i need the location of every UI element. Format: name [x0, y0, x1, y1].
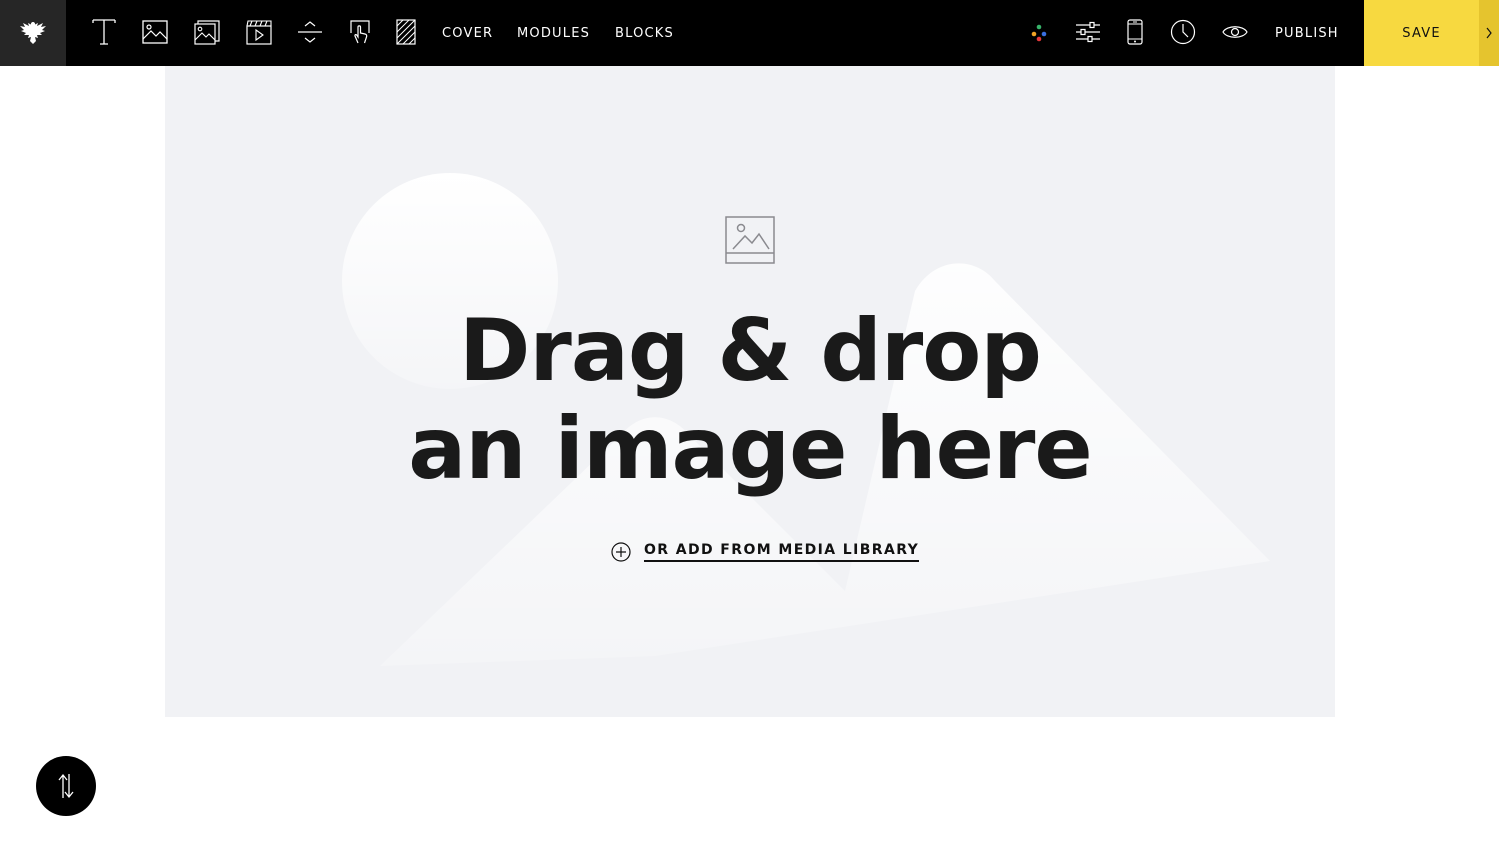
plus-circle-icon — [611, 542, 631, 562]
add-button-tool[interactable] — [342, 14, 378, 50]
drop-zone-headline: Drag & drop an image here — [165, 302, 1335, 498]
image-drop-zone[interactable]: Drag & drop an image here OR ADD FROM ME… — [165, 66, 1335, 717]
preview-eye-icon — [1222, 26, 1248, 38]
top-toolbar: COVER MODULES BLOCKS PUBLISH SAVE — [0, 0, 1499, 66]
publish-button[interactable]: PUBLISH — [1275, 0, 1339, 66]
mobile-preview-button[interactable] — [1117, 14, 1153, 50]
reorder-sections-button[interactable] — [36, 756, 96, 816]
cover-menu[interactable]: COVER — [442, 0, 493, 66]
headline-line-2: an image here — [408, 399, 1092, 499]
reorder-arrows-icon — [58, 773, 74, 799]
button-icon — [350, 20, 370, 44]
preview-button[interactable] — [1217, 14, 1253, 50]
headline-line-1: Drag & drop — [459, 301, 1042, 401]
history-clock-icon — [1170, 19, 1196, 45]
palette-icon — [1031, 24, 1047, 42]
media-library-link-label: OR ADD FROM MEDIA LIBRARY — [644, 542, 920, 562]
mobile-icon — [1127, 19, 1143, 45]
add-text-tool[interactable] — [86, 14, 122, 50]
spacer-icon — [298, 21, 322, 43]
video-icon — [246, 20, 272, 45]
app-logo[interactable] — [0, 0, 66, 66]
chevron-right-icon — [1486, 27, 1492, 39]
gallery-icon — [194, 20, 220, 45]
eagle-logo-icon — [20, 22, 46, 44]
add-video-tool[interactable] — [241, 14, 277, 50]
add-gallery-tool[interactable] — [189, 14, 225, 50]
add-pattern-tool[interactable] — [388, 14, 424, 50]
image-icon — [142, 20, 168, 44]
settings-sliders-icon — [1076, 21, 1100, 43]
add-image-tool[interactable] — [137, 14, 173, 50]
settings-button[interactable] — [1070, 14, 1106, 50]
add-from-media-library-link[interactable]: OR ADD FROM MEDIA LIBRARY — [611, 542, 920, 562]
save-button[interactable]: SAVE — [1364, 0, 1479, 66]
add-spacer-tool[interactable] — [292, 14, 328, 50]
blocks-menu[interactable]: BLOCKS — [615, 0, 674, 66]
save-options-toggle[interactable] — [1479, 0, 1499, 66]
modules-menu[interactable]: MODULES — [517, 0, 590, 66]
image-placeholder-icon — [725, 216, 775, 264]
pattern-icon — [396, 19, 416, 45]
history-button[interactable] — [1165, 14, 1201, 50]
text-icon — [92, 19, 116, 45]
color-palette-button[interactable] — [1021, 14, 1057, 50]
